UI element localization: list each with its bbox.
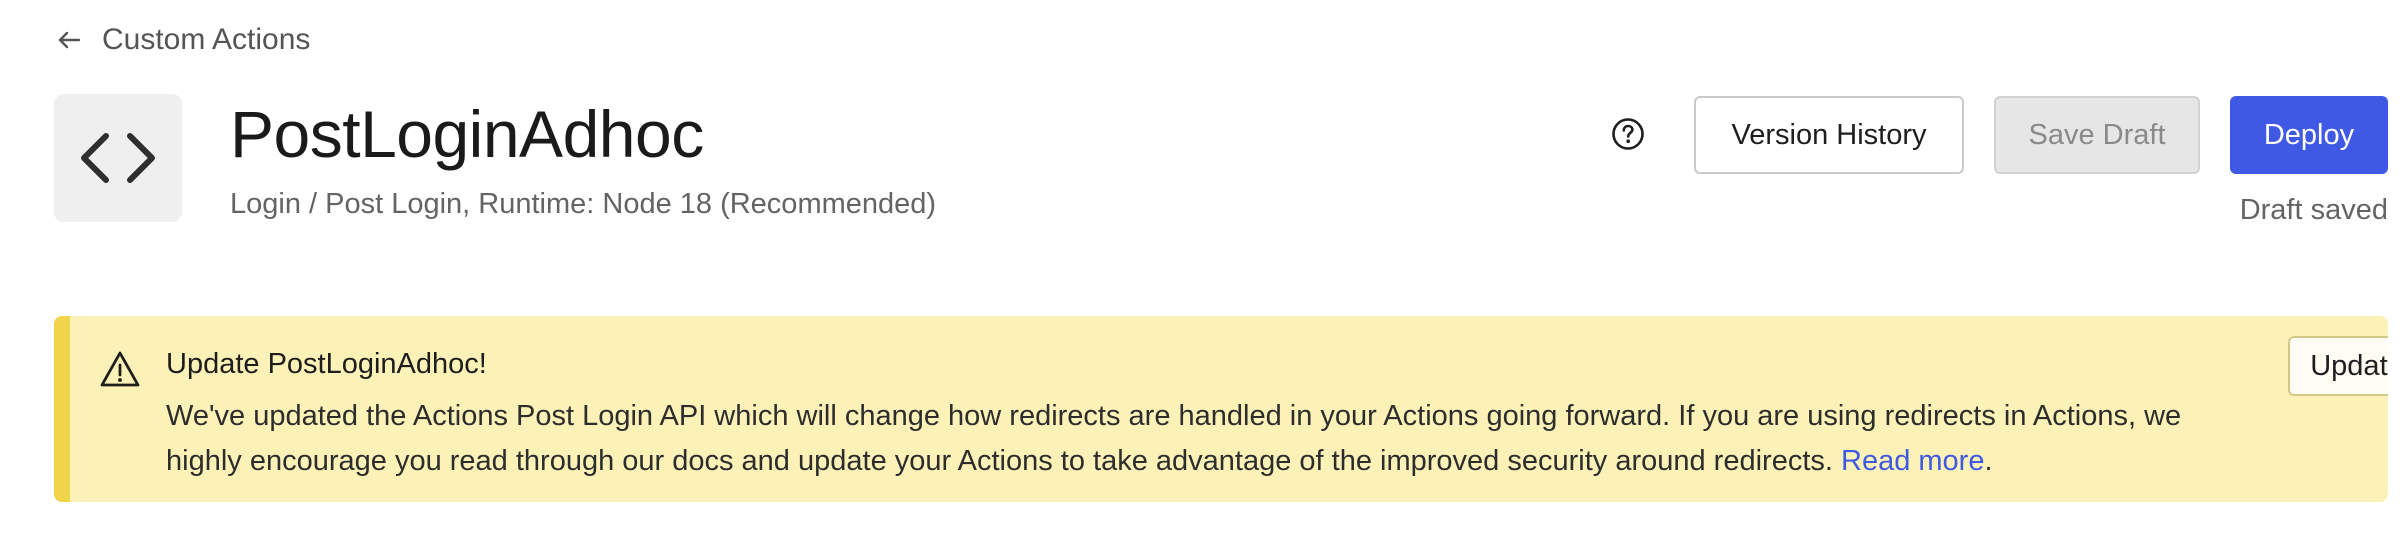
back-link-label: Custom Actions [102, 23, 311, 56]
banner-accent-stripe [54, 316, 70, 502]
deploy-button[interactable]: Deploy [2230, 96, 2388, 174]
action-trigger-runtime: Login / Post Login, Runtime: Node 18 (Re… [230, 188, 937, 220]
banner-message: We've updated the Actions Post Login API… [166, 394, 2246, 484]
update-warning-banner: Update PostLoginAdhoc! We've updated the… [54, 316, 2388, 502]
read-more-link[interactable]: Read more [1841, 445, 1984, 477]
banner-title: Update PostLoginAdhoc! [166, 348, 487, 380]
arrow-left-icon [54, 25, 84, 55]
banner-message-suffix: . [1984, 445, 1993, 477]
help-circle-icon [1612, 118, 1644, 150]
page-title: PostLoginAdhoc [230, 97, 704, 171]
action-editor-page: Custom Actions PostLoginAdhoc Login / Po… [0, 0, 2408, 534]
save-draft-button[interactable]: Save Draft [1994, 96, 2200, 174]
warning-triangle-icon [100, 351, 140, 387]
back-to-custom-actions-link[interactable]: Custom Actions [54, 18, 310, 62]
code-icon [54, 94, 182, 222]
update-action-button[interactable]: Update [2288, 336, 2388, 396]
version-history-button[interactable]: Version History [1694, 96, 1964, 174]
help-button[interactable] [1608, 114, 1648, 154]
draft-status-text: Draft saved [2239, 194, 2388, 226]
